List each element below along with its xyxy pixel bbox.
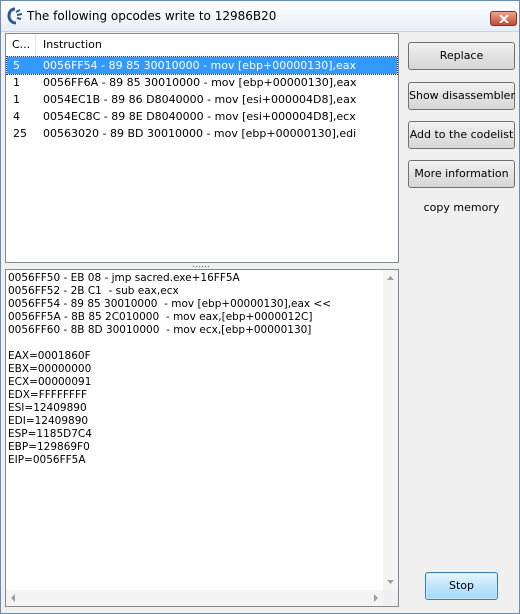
replace-button[interactable]: Replace [408,42,515,70]
horizontal-scrollbar[interactable] [6,590,383,606]
scroll-down-icon[interactable] [383,574,398,590]
copy-memory-label[interactable]: copy memory [408,201,515,214]
row-instruction: 0054EC1B - 89 86 D8040000 - mov [esi+000… [43,93,357,106]
list-row[interactable]: 4 0054EC8C - 89 8E D8040000 - mov [esi+0… [7,108,397,125]
scroll-up-icon[interactable] [383,270,398,286]
opcode-list[interactable]: C... Instruction 5 0056FF54 - 89 85 3001… [5,33,399,263]
close-button[interactable] [490,11,517,26]
count-column-header[interactable]: C... [6,34,36,56]
row-instruction: 0056FF54 - 89 85 30010000 - mov [ebp+000… [43,59,357,72]
title-bar[interactable]: The following opcodes write to 12986B20 [1,1,519,32]
list-row[interactable]: 5 0056FF54 - 89 85 30010000 - mov [ebp+0… [6,56,398,75]
row-count: 1 [13,93,20,106]
row-instruction: 0054EC8C - 89 8E D8040000 - mov [esi+000… [43,110,356,123]
row-count: 4 [13,110,20,123]
instruction-column-header[interactable]: Instruction [37,34,102,56]
list-row[interactable]: 1 0054EC1B - 89 86 D8040000 - mov [esi+0… [7,91,397,108]
row-instruction: 00563020 - 89 BD 30010000 - mov [ebp+000… [43,127,357,140]
scroll-right-icon[interactable] [368,590,383,606]
cheat-engine-icon [6,7,24,25]
add-to-codelist-button[interactable]: Add to the codelist [408,121,515,149]
grip-icon [192,265,210,268]
window-title: The following opcodes write to 12986B20 [27,9,277,23]
row-count: 5 [13,59,20,72]
more-information-button[interactable]: More information [408,160,515,188]
row-instruction: 0056FF6A - 89 85 30010000 - mov [ebp+000… [43,76,357,89]
show-disassembler-button[interactable]: Show disassembler [408,82,515,110]
details-memo[interactable]: 0056FF50 - EB 08 - jmp sacred.exe+16FF5A… [5,269,399,607]
opcode-writers-window: The following opcodes write to 12986B20 … [0,0,520,614]
details-text: 0056FF50 - EB 08 - jmp sacred.exe+16FF5A… [8,272,332,466]
list-header: C... Instruction [6,34,398,57]
scrollbar-corner [383,590,398,606]
vertical-scrollbar[interactable] [383,270,398,590]
list-row[interactable]: 25 00563020 - 89 BD 30010000 - mov [ebp+… [7,125,397,142]
scroll-left-icon[interactable] [6,590,21,606]
stop-button[interactable]: Stop [425,572,498,600]
row-count: 25 [13,127,27,140]
close-icon [499,15,509,23]
list-row[interactable]: 1 0056FF6A - 89 85 30010000 - mov [ebp+0… [7,74,397,91]
row-count: 1 [13,76,20,89]
